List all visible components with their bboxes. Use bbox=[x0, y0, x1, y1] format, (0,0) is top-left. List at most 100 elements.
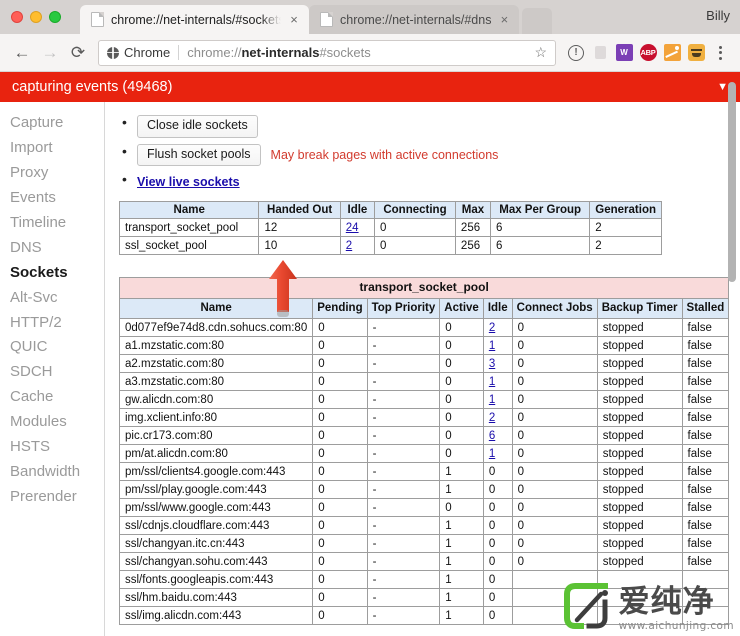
view-live-sockets-link[interactable]: View live sockets bbox=[137, 175, 240, 189]
col-pending: Pending bbox=[312, 298, 368, 320]
idle-count-link[interactable]: 2 bbox=[489, 412, 495, 424]
cell-top-priority: - bbox=[366, 570, 441, 590]
new-tab-button[interactable] bbox=[522, 8, 553, 34]
idle-count-link[interactable]: 2 bbox=[346, 240, 352, 252]
cell-connect-jobs: 0 bbox=[511, 336, 598, 356]
cell-handed-out: 12 bbox=[258, 218, 341, 238]
sidebar-item-sdch[interactable]: SDCH bbox=[10, 360, 104, 385]
cell-connecting: 0 bbox=[374, 236, 456, 256]
back-icon[interactable]: ← bbox=[8, 39, 36, 67]
col-max-per-group: Max Per Group bbox=[490, 201, 591, 220]
sidebar-item-alt-svc[interactable]: Alt-Svc bbox=[10, 286, 104, 311]
cell-idle: 2 bbox=[482, 408, 513, 428]
close-tab-icon[interactable]: × bbox=[287, 13, 301, 26]
sidebar-item-dns[interactable]: DNS bbox=[10, 236, 104, 261]
site-identity-chip[interactable]: Chrome bbox=[107, 45, 170, 60]
cell-idle: 0 bbox=[482, 570, 513, 590]
transport-socket-pool-groups-table: transport_socket_pool Name Pending Top P… bbox=[118, 277, 730, 626]
idle-count-link[interactable]: 6 bbox=[489, 430, 495, 442]
cell-stalled: false bbox=[681, 318, 730, 338]
sidebar-item-capture[interactable]: Capture bbox=[10, 111, 104, 136]
list-item: Flush socket pools May break pages with … bbox=[122, 143, 740, 167]
cell-max-per-group: 6 bbox=[490, 218, 591, 238]
word-extension-icon[interactable]: W bbox=[612, 41, 636, 65]
sidebar-item-modules[interactable]: Modules bbox=[10, 410, 104, 435]
watermark-url-text: www.aichunjing.com bbox=[618, 620, 734, 632]
window-traffic-lights bbox=[11, 11, 61, 23]
cell-idle: 3 bbox=[482, 354, 513, 374]
reload-icon[interactable]: ⟳ bbox=[64, 39, 92, 67]
tab-dns[interactable]: chrome://net-internals/#dns × bbox=[309, 5, 520, 34]
scrollbar-thumb[interactable] bbox=[728, 82, 736, 282]
cell-connect-jobs: 0 bbox=[511, 462, 598, 482]
cell-backup-timer: stopped bbox=[596, 462, 683, 482]
idle-count-link[interactable]: 1 bbox=[489, 340, 495, 352]
sidebar-item-import[interactable]: Import bbox=[10, 136, 104, 161]
sidebar-item-sockets[interactable]: Sockets bbox=[10, 261, 104, 286]
cell-pending: 0 bbox=[312, 354, 368, 374]
cell-connect-jobs: 0 bbox=[511, 354, 598, 374]
chrome-menu-icon[interactable] bbox=[708, 41, 732, 65]
cell-top-priority: - bbox=[366, 534, 441, 554]
bookmark-star-icon[interactable]: ☆ bbox=[528, 44, 547, 61]
idle-count-link[interactable]: 3 bbox=[489, 358, 495, 370]
cell-top-priority: - bbox=[366, 390, 441, 410]
cell-pending: 0 bbox=[312, 588, 368, 608]
cell-connect-jobs: 0 bbox=[511, 516, 598, 536]
cell-active: 0 bbox=[439, 408, 484, 428]
cell-active: 0 bbox=[439, 336, 484, 356]
info-button[interactable]: ! bbox=[564, 41, 588, 65]
sidebar-item-quic[interactable]: QUIC bbox=[10, 335, 104, 360]
minimize-window-button[interactable] bbox=[30, 11, 42, 23]
pumpkin-extension-icon[interactable] bbox=[684, 41, 708, 65]
cell-idle: 0 bbox=[482, 462, 513, 482]
vertical-scrollbar[interactable] bbox=[728, 78, 736, 590]
tab-sockets[interactable]: chrome://net-internals/#sockets × bbox=[80, 5, 309, 34]
cell-connect-jobs: 0 bbox=[511, 372, 598, 392]
sidebar-item-http2[interactable]: HTTP/2 bbox=[10, 311, 104, 336]
cell-stalled: false bbox=[681, 534, 730, 554]
cell-top-priority: - bbox=[366, 408, 441, 428]
idle-count-link[interactable]: 24 bbox=[346, 222, 359, 234]
cell-backup-timer: stopped bbox=[596, 516, 683, 536]
idle-count-link[interactable]: 1 bbox=[489, 448, 495, 460]
address-bar[interactable]: Chrome chrome://net-internals#sockets ☆ bbox=[98, 39, 556, 66]
cell-backup-timer: stopped bbox=[596, 372, 683, 392]
close-tab-icon[interactable]: × bbox=[497, 13, 511, 26]
table-row: pm/at.alicdn.com:80 0-0 1 0 stopped false bbox=[118, 444, 730, 464]
cell-idle: 0 bbox=[482, 480, 513, 500]
forward-icon[interactable]: → bbox=[36, 39, 64, 67]
chevron-down-icon[interactable]: ▼ bbox=[717, 81, 728, 93]
cell-idle: 0 bbox=[482, 588, 513, 608]
table-head: Name Handed Out Idle Connecting Max Max … bbox=[118, 201, 662, 220]
close-idle-sockets-button[interactable]: Close idle sockets bbox=[137, 115, 258, 138]
maximize-window-button[interactable] bbox=[49, 11, 61, 23]
idle-count-link[interactable]: 2 bbox=[489, 322, 495, 334]
extension-placeholder-icon[interactable] bbox=[588, 41, 612, 65]
close-window-button[interactable] bbox=[11, 11, 23, 23]
cell-top-priority: - bbox=[366, 318, 441, 338]
adblock-plus-extension-icon[interactable]: ABP bbox=[636, 41, 660, 65]
idle-count-link[interactable]: 1 bbox=[489, 394, 495, 406]
flush-socket-pools-button[interactable]: Flush socket pools bbox=[137, 143, 261, 167]
table-row: transport_socket_pool 12 24 0 256 6 2 bbox=[118, 218, 662, 238]
profile-name-label[interactable]: Billy bbox=[706, 8, 730, 23]
cell-active: 1 bbox=[439, 570, 484, 590]
sidebar-item-prerender[interactable]: Prerender bbox=[10, 485, 104, 510]
cell-stalled: false bbox=[681, 462, 730, 482]
cell-pending: 0 bbox=[312, 426, 368, 446]
sidebar-item-events[interactable]: Events bbox=[10, 186, 104, 211]
cell-stalled: false bbox=[681, 426, 730, 446]
sidebar-item-bandwidth[interactable]: Bandwidth bbox=[10, 460, 104, 485]
url-text: chrome://net-internals#sockets bbox=[187, 45, 371, 60]
cell-idle: 1 bbox=[482, 390, 513, 410]
cell-stalled: false bbox=[681, 390, 730, 410]
sidebar-item-timeline[interactable]: Timeline bbox=[10, 211, 104, 236]
col-max: Max bbox=[454, 201, 492, 220]
idle-count-link[interactable]: 1 bbox=[489, 376, 495, 388]
sidebar-item-cache[interactable]: Cache bbox=[10, 385, 104, 410]
sidebar-item-proxy[interactable]: Proxy bbox=[10, 161, 104, 186]
cell-backup-timer: stopped bbox=[596, 444, 683, 464]
chart-extension-icon[interactable] bbox=[660, 41, 684, 65]
sidebar-item-hsts[interactable]: HSTS bbox=[10, 435, 104, 460]
